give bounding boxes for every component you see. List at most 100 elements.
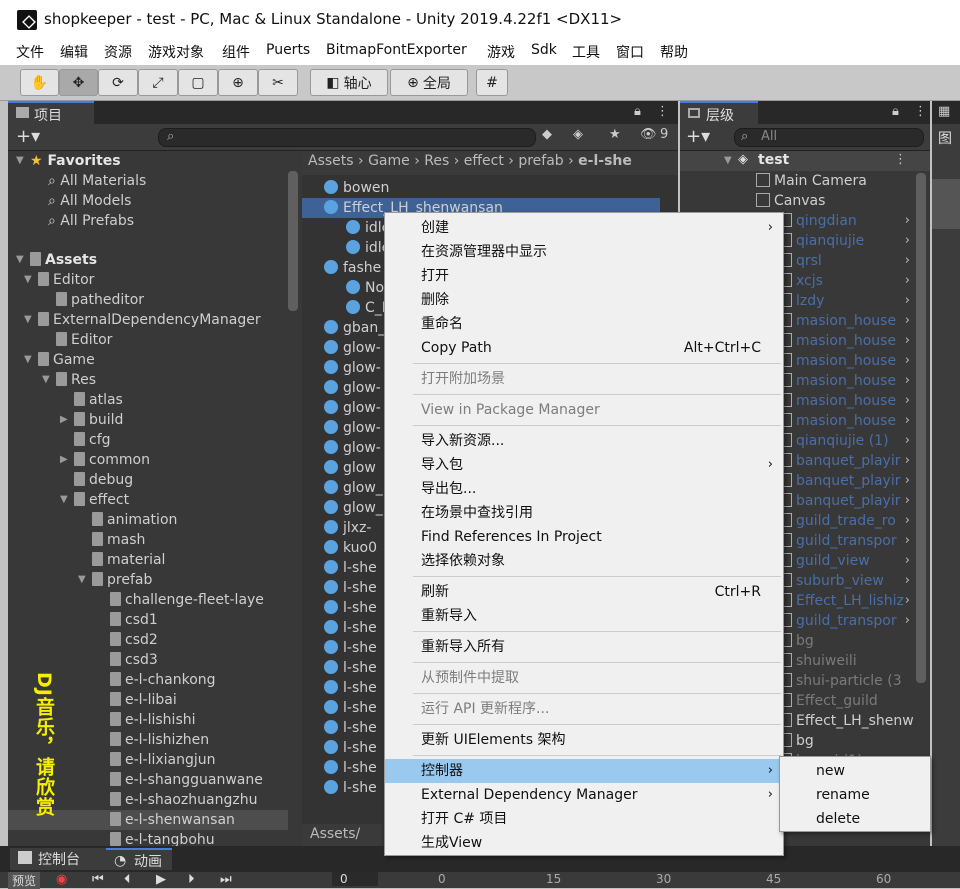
menu-help[interactable]: 帮助 [660, 42, 688, 62]
hand-tool-button[interactable]: ✋ [20, 69, 59, 96]
hierarchy-item[interactable]: guild_transpor › [778, 611, 910, 631]
hierarchy-item[interactable]: banquet_playir › [778, 451, 910, 471]
chevron-right-icon[interactable]: › [905, 491, 910, 511]
file-item[interactable]: glow- [324, 398, 381, 418]
file-item[interactable]: bowen [324, 178, 389, 198]
chevron-right-icon[interactable]: › [905, 391, 910, 411]
chevron-right-icon[interactable]: › [905, 311, 910, 331]
tab-hierarchy[interactable]: 层级 [680, 101, 758, 124]
lock-icon[interactable]: 🔒︎ [634, 104, 641, 119]
next-frame-icon[interactable]: ⏵ [188, 872, 195, 887]
hierarchy-item[interactable]: qingdian › [778, 211, 910, 231]
chevron-right-icon[interactable]: › [905, 231, 910, 251]
context-menu-item[interactable]: 生成View [385, 831, 783, 855]
menu-component[interactable]: 组件 [222, 42, 250, 62]
last-frame-icon[interactable]: ⏭ [220, 872, 232, 887]
hidden-packages-icon[interactable]: 👁 [640, 127, 657, 142]
lock-icon[interactable]: 🔒︎ [892, 104, 899, 119]
collapse-arrow-icon[interactable]: ▶ [60, 410, 68, 430]
pivot-toggle[interactable]: ◧ 轴心 [310, 69, 388, 96]
context-menu-item[interactable]: 删除 [385, 288, 783, 312]
breadcrumb-current[interactable]: e-l-she [578, 153, 632, 169]
tab-console[interactable]: 控制台 [10, 848, 106, 870]
snap-button[interactable]: # [476, 69, 508, 96]
hierarchy-item[interactable]: qianqiujie (1) › [778, 431, 910, 451]
chevron-right-icon[interactable]: › [905, 571, 910, 591]
hierarchy-item[interactable]: bg [778, 731, 910, 751]
folder-tree-item[interactable]: cfg [74, 430, 111, 450]
context-menu-item[interactable]: 选择依赖对象 [385, 549, 783, 573]
hierarchy-item[interactable]: shui-particle (3 [778, 671, 910, 691]
filter-label-icon[interactable]: ◈ [573, 127, 583, 142]
scene-header[interactable]: ▼ ◈ test ⋮ [680, 151, 930, 171]
context-menu-item[interactable]: 创建 › [385, 216, 783, 240]
submenu-item-rename[interactable]: rename [780, 783, 930, 807]
chevron-right-icon[interactable]: › [905, 451, 910, 471]
file-item[interactable]: l-she [324, 598, 377, 618]
hierarchy-item[interactable]: masion_house › [778, 351, 910, 371]
file-item[interactable]: l-she [324, 698, 377, 718]
folder-tree-item[interactable]: e-l-libai [110, 690, 177, 710]
play-icon[interactable]: ▶ [156, 872, 166, 887]
file-item[interactable]: kuo0 [324, 538, 377, 558]
file-item[interactable]: glow- [324, 358, 381, 378]
kebab-menu-icon[interactable]: ⋮ [656, 104, 669, 119]
hierarchy-item[interactable]: Main Camera [756, 171, 910, 191]
chevron-right-icon[interactable]: › [905, 371, 910, 391]
file-item[interactable]: glow- [324, 378, 381, 398]
create-plus-button[interactable]: +▾ [686, 126, 710, 147]
file-item[interactable]: l-she [324, 578, 377, 598]
hierarchy-item[interactable]: lzdy › [778, 291, 910, 311]
menu-edit[interactable]: 编辑 [60, 42, 88, 62]
chevron-right-icon[interactable]: › [905, 251, 910, 271]
folder-tree-item[interactable]: ▼ Res [42, 370, 96, 390]
hierarchy-item[interactable]: masion_house › [778, 371, 910, 391]
folder-tree-item[interactable]: e-l-lishishi [110, 710, 196, 730]
scale-tool-button[interactable]: ⤢ [138, 69, 178, 96]
context-menu-item[interactable]: 控制器 › [385, 759, 783, 783]
hierarchy-item[interactable]: bg [778, 631, 910, 651]
file-item[interactable]: gban_ [324, 318, 385, 338]
tab-project[interactable]: 项目 [8, 101, 94, 124]
folder-tree-item[interactable]: debug [74, 470, 133, 490]
hierarchy-item[interactable]: Effect_LH_shenw [778, 711, 914, 731]
folder-tree-item[interactable]: e-l-shangguanwane [110, 770, 263, 790]
menu-gameobject[interactable]: 游戏对象 [148, 42, 204, 62]
context-menu-item[interactable]: External Dependency Manager › [385, 783, 783, 807]
file-item[interactable]: l-she [324, 738, 377, 758]
inspector-tab-label[interactable]: 图 [932, 124, 960, 151]
expand-arrow-icon[interactable]: ▼ [24, 310, 32, 330]
folder-tree-item[interactable]: Editor [56, 330, 112, 350]
hierarchy-item[interactable]: qianqiujie › [778, 231, 910, 251]
file-item[interactable]: l-she [324, 778, 377, 798]
folder-tree-item[interactable]: challenge-fleet-laye [110, 590, 264, 610]
rect-tool-button[interactable]: ▢ [178, 69, 218, 96]
custom-tool-button[interactable]: ✂ [258, 69, 298, 96]
chevron-right-icon[interactable]: › [905, 291, 910, 311]
file-item[interactable]: fashe [324, 258, 381, 278]
folder-tree-item[interactable]: animation [92, 510, 177, 530]
preview-button[interactable]: 预览 [8, 872, 41, 889]
chevron-right-icon[interactable]: › [905, 351, 910, 371]
context-menu-item[interactable]: 在资源管理器中显示 [385, 240, 783, 264]
context-menu-item[interactable]: Find References In Project [385, 525, 783, 549]
chevron-right-icon[interactable]: › [905, 551, 910, 571]
folder-tree-item[interactable]: patheditor [56, 290, 144, 310]
hierarchy-item[interactable]: masion_house › [778, 331, 910, 351]
expand-arrow-icon[interactable]: ▼ [78, 570, 86, 590]
hierarchy-item[interactable]: guild_transpor › [778, 531, 910, 551]
folder-tree-item[interactable]: ▶ build [60, 410, 123, 430]
kebab-menu-icon[interactable]: ⋮ [894, 152, 907, 167]
menu-window[interactable]: 窗口 [616, 42, 644, 62]
hierarchy-item[interactable]: banquet_playir › [778, 491, 910, 511]
menu-bitmapfontexporter[interactable]: BitmapFontExporter [326, 42, 467, 58]
tree-scrollbar[interactable] [288, 171, 298, 311]
favorites-header[interactable]: ▼ ★ Favorites [16, 151, 121, 171]
context-menu-item[interactable]: 重命名 [385, 312, 783, 336]
chevron-right-icon[interactable]: › [905, 511, 910, 531]
folder-tree-item[interactable]: ▼ prefab [78, 570, 152, 590]
file-item[interactable]: l-she [324, 718, 377, 738]
folder-tree-item[interactable]: e-l-shaozhuangzhu [110, 790, 257, 810]
frame-input[interactable]: 0 [332, 872, 378, 886]
hierarchy-item[interactable]: Effect_guild [778, 691, 910, 711]
